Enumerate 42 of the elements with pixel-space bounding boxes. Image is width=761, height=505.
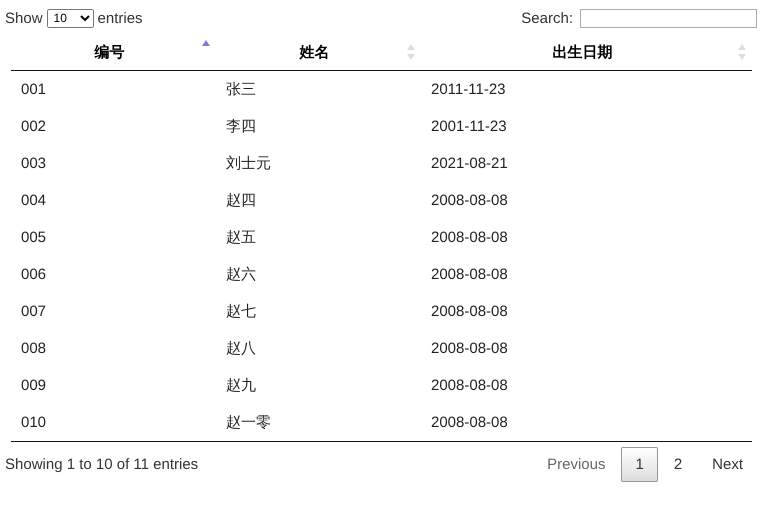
entries-label: entries	[98, 10, 143, 26]
show-label: Show	[5, 10, 43, 26]
table-cell: 2008-08-08	[421, 404, 752, 442]
table-cell-text: 2001-11-23	[430, 117, 508, 137]
table-cell-text: 2008-08-08	[430, 339, 509, 359]
table-cell-text: 赵四	[225, 191, 257, 211]
table-cell: 010	[11, 404, 216, 442]
table-cell: 2011-11-23	[421, 70, 752, 108]
table-cell-text: 李四	[225, 117, 257, 137]
table-cell: 赵一零	[216, 404, 421, 442]
table-cell-text: 2008-08-08	[430, 228, 509, 248]
table-cell-text: 2008-08-08	[430, 302, 509, 322]
table-cell-text: 2008-08-08	[430, 191, 509, 211]
table-cell-text: 赵五	[225, 228, 257, 248]
entries-info: Showing 1 to 10 of 11 entries	[5, 456, 198, 473]
table-cell-text: 008	[20, 339, 48, 359]
search-field[interactable]	[580, 8, 757, 28]
table-cell: 001	[11, 70, 216, 108]
table-cell-text: 2021-08-21	[430, 154, 509, 174]
table-cell-text: 2008-08-08	[430, 376, 509, 396]
table-cell-text: 002	[20, 117, 48, 137]
table-cell-text: 赵八	[225, 339, 257, 359]
table-cell-text: 009	[20, 376, 48, 396]
column-header[interactable]: 编号	[11, 34, 216, 70]
table-cell-text: 007	[20, 302, 48, 322]
table-cell-text: 刘士元	[225, 154, 272, 174]
column-header[interactable]: 出生日期	[421, 34, 752, 70]
column-header[interactable]: 姓名	[216, 34, 421, 70]
table-cell-text: 2008-08-08	[430, 265, 509, 285]
table-cell-text: 赵六	[225, 265, 257, 285]
page-button[interactable]: 2	[660, 447, 696, 482]
page-button[interactable]: 1	[621, 447, 658, 482]
table-cell-text: 005	[20, 228, 48, 248]
search-label: Search:	[521, 10, 573, 26]
entries-dropdown[interactable]: 10	[46, 8, 94, 28]
table-cell-text: 006	[20, 265, 48, 285]
table-cell-text: 003	[20, 154, 48, 174]
table-cell-text: 赵七	[225, 302, 257, 322]
table-cell-text: 004	[20, 191, 48, 211]
next-button[interactable]: Next	[698, 447, 757, 482]
table-cell: 张三	[216, 70, 421, 108]
table-cell-text: 赵九	[225, 376, 257, 396]
